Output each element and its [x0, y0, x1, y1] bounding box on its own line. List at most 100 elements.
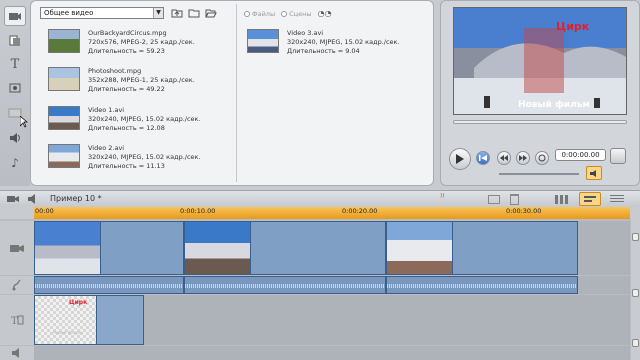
- preview-title-text: Цирк: [556, 20, 590, 33]
- mouse-cursor-icon: [19, 115, 28, 130]
- lock-icon[interactable]: [632, 233, 639, 241]
- project-name: Пример 10 *: [50, 194, 102, 203]
- timeline-tracks: T Цирк Новый фильм: [0, 219, 640, 360]
- clip-duration: Длительность = 11.13: [88, 162, 165, 170]
- ruler-mark: 00:00: [35, 207, 54, 215]
- audio-clip[interactable]: [34, 276, 184, 294]
- video-icon[interactable]: [4, 6, 26, 26]
- title-track-icon[interactable]: T: [0, 295, 34, 345]
- fullscreen-button[interactable]: [610, 148, 626, 164]
- speaker-icon: [28, 194, 40, 206]
- radio-files[interactable]: [244, 11, 250, 17]
- folder-up-icon[interactable]: [170, 7, 184, 19]
- album-clip[interactable]: Video 1.avi 320x240, MJPEG, 15.02 кадр./с…: [48, 106, 228, 142]
- video-clip[interactable]: [34, 221, 184, 275]
- svg-text:T: T: [11, 316, 18, 326]
- folder-select[interactable]: Общее видео ▼: [40, 7, 164, 19]
- sound-track: [34, 346, 630, 360]
- clip-thumbnail: [48, 144, 80, 168]
- clip-thumbnail: [48, 67, 80, 91]
- video-clip[interactable]: [184, 221, 386, 275]
- sound-icon[interactable]: [4, 128, 26, 148]
- album-sidebar: T ♪: [0, 0, 30, 186]
- audio-clip[interactable]: [386, 276, 578, 294]
- clip-name: OurBackyardCircus.mpg: [88, 29, 167, 37]
- preview-subtitle-text: Новый фильм: [518, 100, 590, 110]
- audio-waveform: [387, 284, 577, 288]
- radio-scenes-label: Сцены: [289, 10, 312, 18]
- video-track: [34, 221, 630, 275]
- view-mode-radios: Файлы Сцены ◔◔: [244, 9, 332, 18]
- radio-scenes[interactable]: [281, 11, 288, 17]
- clip-thumbnail: [48, 29, 80, 53]
- audio-track-icon[interactable]: [0, 276, 34, 294]
- audio-track: [34, 276, 630, 294]
- clip-info: 352x288, MPEG-1, 25 кадр./сек.: [88, 76, 195, 84]
- fast-rewind-icon[interactable]: [497, 151, 511, 165]
- clip-info: 320x240, MJPEG, 15.02 кадр./сек.: [88, 115, 201, 123]
- timeline-scrollbar[interactable]: [631, 219, 640, 360]
- fast-forward-icon[interactable]: [516, 151, 530, 165]
- audio-waveform: [35, 284, 183, 288]
- lock-icon[interactable]: [632, 339, 639, 347]
- clip-info: 720x576, MPEG-2, 25 кадр./сек.: [88, 38, 195, 46]
- album-clip[interactable]: Photoshoot.mpg 352x288, MPEG-1, 25 кадр./…: [48, 67, 228, 103]
- sound-track-icon[interactable]: [0, 346, 34, 360]
- ruler-mark: 0:00:20.00: [342, 207, 378, 215]
- folder-select-value: Общее видео: [44, 9, 94, 17]
- folder-open-icon[interactable]: [204, 7, 218, 19]
- clip-thumbnail: [185, 222, 251, 274]
- storyboard-view-icon[interactable]: [555, 195, 569, 204]
- clip-info: 320x240, MJPEG, 15.02 кадр./сек.: [287, 38, 400, 46]
- title-clip-subtext: Новый фильм: [53, 330, 82, 335]
- ruler-mark: 0:00:30.00: [506, 207, 542, 215]
- trash-icon[interactable]: [510, 194, 519, 205]
- title-clip[interactable]: Цирк Новый фильм: [34, 295, 144, 345]
- rewind-icon[interactable]: [476, 151, 490, 165]
- title-icon[interactable]: T: [4, 54, 26, 74]
- clip-name: Video 2.avi: [88, 144, 125, 152]
- radio-files-label: Файлы: [252, 10, 276, 18]
- audio-clip[interactable]: [184, 276, 386, 294]
- preview-scrubber[interactable]: [453, 120, 627, 124]
- camera-icon: [7, 194, 19, 206]
- photo-icon[interactable]: [4, 78, 26, 98]
- chevron-down-icon[interactable]: ▼: [153, 8, 163, 18]
- timeline-header: Пример 10 * ⁾⁾: [0, 190, 640, 207]
- title-clip-text: Цирк: [69, 299, 88, 306]
- timecode-display[interactable]: 0:00:00.00: [555, 149, 606, 161]
- glasses-icon[interactable]: ◔◔: [318, 9, 332, 18]
- timeline-ruler[interactable]: 00:00 0:00:10.00 0:00:20.00 0:00:30.00: [34, 207, 630, 219]
- clip-thumbnail: [247, 29, 279, 53]
- clip-text: OurBackyardCircus.mpg 720x576, MPEG-2, 25…: [88, 29, 195, 56]
- audio-toolbox-icon[interactable]: ⁾⁾: [440, 193, 444, 203]
- preview-scene: [454, 8, 626, 114]
- clip-thumbnail: [35, 222, 101, 274]
- album-clip[interactable]: Video 2.avi 320x240, MJPEG, 15.02 кадр./с…: [48, 144, 228, 180]
- play-icon[interactable]: [449, 148, 471, 170]
- clip-text: Video 2.avi 320x240, MJPEG, 15.02 кадр./с…: [88, 144, 201, 171]
- text-view-icon[interactable]: [610, 195, 624, 204]
- ruler-mark: 0:00:10.00: [180, 207, 216, 215]
- clip-duration: Длительность = 49.22: [88, 85, 165, 93]
- transition-icon[interactable]: [4, 31, 26, 51]
- preview-screen: Цирк Новый фильм: [453, 7, 627, 115]
- volume-slider[interactable]: [499, 173, 579, 175]
- lock-icon[interactable]: [632, 289, 639, 297]
- video-track-icon[interactable]: [0, 221, 34, 275]
- album-clip[interactable]: Video 3.avi 320x240, MJPEG, 15.02 кадр./с…: [247, 29, 427, 65]
- clip-thumbnail: [387, 222, 453, 274]
- split-clip-icon[interactable]: [488, 195, 500, 204]
- clip-duration: Длительность = 9.04: [287, 47, 360, 55]
- clip-name: Video 3.avi: [287, 29, 324, 37]
- timeline-view-icon[interactable]: [579, 192, 601, 206]
- album-clip[interactable]: OurBackyardCircus.mpg 720x576, MPEG-2, 25…: [48, 29, 228, 65]
- music-icon[interactable]: ♪: [4, 153, 26, 173]
- clip-thumbnail: [48, 106, 80, 130]
- clip-duration: Длительность = 12.08: [88, 124, 165, 132]
- folder-icon[interactable]: [187, 7, 201, 19]
- volume-icon[interactable]: [586, 166, 602, 180]
- video-clip[interactable]: [386, 221, 578, 275]
- album-divider: [236, 4, 237, 182]
- loop-icon[interactable]: [535, 151, 549, 165]
